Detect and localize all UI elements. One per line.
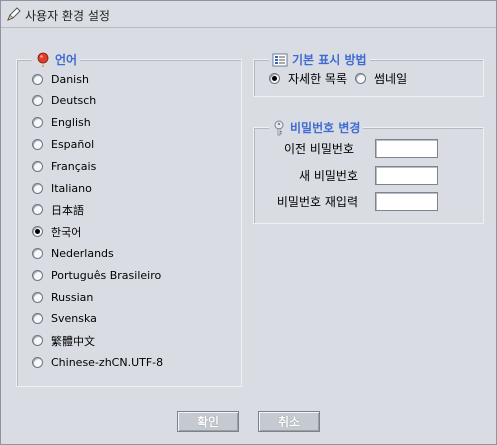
language-option[interactable]: Chinese-zhCN.UTF-8 [32,354,163,370]
language-radio[interactable] [32,204,43,216]
pencil-icon [7,7,21,21]
password-legend: 비밀번호 변경 [269,119,364,136]
language-option-label: 繁體中文 [51,334,95,348]
language-radio[interactable] [32,313,43,325]
display-options: 자세한 목록 썸네일 [269,70,415,87]
language-option-label: Français [51,159,97,173]
language-option-label: Italiano [51,181,92,195]
language-option[interactable]: 繁體中文 [32,333,95,349]
display-legend: 기본 표시 방법 [269,51,370,68]
view-option-detail-label: 자세한 목록 [288,72,348,86]
password-legend-label: 비밀번호 변경 [290,121,361,135]
language-option[interactable]: Russian [32,289,93,305]
language-option[interactable]: 日本語 [32,202,84,218]
language-option-label: 한국어 [51,225,82,239]
key-icon [274,120,284,135]
language-option-label: Español [51,137,95,151]
language-option[interactable]: Svenska [32,311,97,327]
display-legend-label: 기본 표시 방법 [292,53,367,67]
old-password-label: 이전 비밀번호 [283,142,354,156]
language-option-label: Nederlands [51,246,114,260]
language-radio[interactable] [32,247,43,259]
language-option-label: Deutsch [51,94,97,108]
preferences-dialog: 사용자 환경 설정 언어 Danish Deutsch English Español… [0,0,497,445]
view-option-thumbnail-radio[interactable] [355,73,367,84]
confirm-password-label: 비밀번호 재입력 [276,195,358,209]
language-option-label: 日本語 [51,203,84,217]
language-radio[interactable] [32,95,43,107]
language-option[interactable]: Nederlands [32,245,114,261]
view-option-detail[interactable]: 자세한 목록 [269,70,347,87]
language-radio[interactable] [32,226,43,238]
view-option-detail-radio[interactable] [269,73,280,84]
language-option-label: Português Brasileiro [51,268,162,282]
ok-button[interactable]: 확인 [177,411,239,432]
language-radio[interactable] [32,117,43,129]
language-option[interactable]: 한국어 [32,224,81,240]
language-option[interactable]: Italiano [32,180,92,196]
language-radio[interactable] [32,335,43,347]
language-radio[interactable] [32,291,43,303]
language-option[interactable]: Français [32,158,96,174]
language-radio[interactable] [32,269,43,281]
language-radio[interactable] [32,160,43,172]
list-view-icon [272,53,288,66]
new-password-field[interactable] [375,166,438,185]
balloon-icon [37,52,49,67]
language-option[interactable]: English [32,115,91,131]
title-bar: 사용자 환경 설정 [1,1,496,28]
language-option[interactable]: Español [32,136,94,152]
language-option[interactable]: Português Brasileiro [32,267,161,283]
language-radio[interactable] [32,182,43,194]
language-legend-label: 언어 [55,53,78,67]
new-password-label: 새 비밀번호 [298,169,358,183]
language-option[interactable]: Danish [32,71,89,87]
language-legend: 언어 [32,51,81,68]
cancel-button[interactable]: 취소 [258,411,320,432]
view-option-thumbnail-label: 썸네일 [374,72,408,86]
language-radio[interactable] [32,356,43,368]
language-option[interactable]: Deutsch [32,93,96,109]
language-option-label: Russian [51,290,94,304]
language-radio[interactable] [32,138,43,150]
confirm-password-field[interactable] [375,192,438,211]
old-password-field[interactable] [375,139,438,158]
language-option-label: English [51,116,91,130]
language-option-label: Chinese-zhCN.UTF-8 [51,355,164,369]
language-option-label: Danish [51,72,89,86]
language-radio[interactable] [32,73,43,85]
window-title: 사용자 환경 설정 [25,9,110,23]
view-option-thumbnail[interactable]: 썸네일 [355,70,407,87]
language-option-label: Svenska [51,312,97,326]
